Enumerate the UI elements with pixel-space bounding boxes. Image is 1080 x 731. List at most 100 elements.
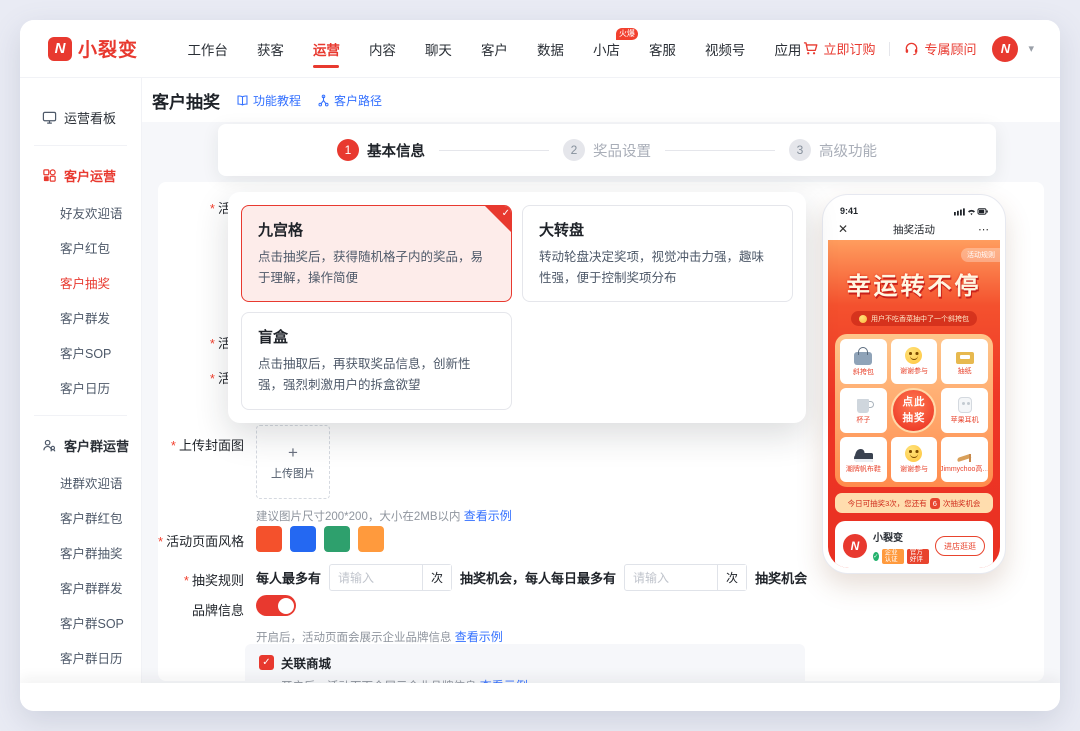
divider: [34, 145, 127, 146]
section-title: 客户群运营: [64, 436, 129, 455]
style-swatch-green[interactable]: [324, 526, 350, 552]
sidebar-item-customer-lottery[interactable]: 客户抽奖: [20, 265, 141, 300]
step-advanced[interactable]: 3 高级功能: [789, 139, 877, 161]
sidebar-item-customer-masssend[interactable]: 客户群发: [20, 300, 141, 335]
advisor-link[interactable]: 专属顾问: [904, 39, 976, 58]
brand-badge-1: 企业认证: [882, 549, 904, 564]
nav-item-workbench[interactable]: 工作台: [185, 20, 230, 78]
tutorial-link[interactable]: 功能教程: [236, 92, 301, 109]
advisor-label: 专属顾问: [924, 39, 976, 58]
phone-preview: 9:41 ✕ 抽奖活动 ⋯ 活动规则 幸运转不停 用户不吃香菜抽中了一个斜挎包: [822, 194, 1006, 574]
sidebar-item-dashboard[interactable]: 运营看板: [20, 100, 141, 135]
brand-info-toggle[interactable]: [256, 595, 296, 616]
type-card-wheel[interactable]: 大转盘 转动轮盘决定奖项，视觉冲击力强，趣味性强，便于控制奖项分布: [522, 205, 793, 302]
dashboard-icon: [42, 110, 57, 125]
style-swatch-red[interactable]: [256, 526, 282, 552]
page-header: 客户抽奖 功能教程 客户路径: [142, 78, 1060, 122]
check-icon: ✓: [485, 206, 511, 232]
logo-text: 小裂变: [78, 35, 138, 62]
sidebar-item-group-redpacket[interactable]: 客户群红包: [20, 500, 141, 535]
avatar[interactable]: N: [992, 36, 1018, 62]
sidebar-item-group-sop[interactable]: 客户群SOP: [20, 605, 141, 640]
footer-bar: [20, 683, 1060, 711]
view-example-link-2[interactable]: 查看示例: [464, 509, 512, 523]
group-ops-icon: [42, 438, 57, 453]
type-card-title: 大转盘: [539, 219, 776, 240]
style-swatch-blue[interactable]: [290, 526, 316, 552]
tutorial-label: 功能教程: [253, 92, 301, 109]
nav-item-data[interactable]: 数据: [535, 20, 566, 78]
prize-label: 斜挎包: [853, 367, 874, 377]
sidebar-item-friend-welcome[interactable]: 好友欢迎语: [20, 195, 141, 230]
plus-icon: +: [288, 444, 298, 461]
nav-item-acquisition[interactable]: 获客: [255, 20, 286, 78]
max-total-input-group: 次: [329, 564, 452, 591]
type-card-title: 盲盒: [258, 326, 495, 347]
sidebar-item-group-masssend[interactable]: 客户群群发: [20, 570, 141, 605]
lottery-rules-row: 每人最多有 次 抽奖机会，每人每日最多有 次 抽奖机会: [256, 564, 807, 591]
max-total-input[interactable]: [330, 571, 422, 585]
brand-logo-icon: N: [843, 534, 867, 558]
view-example-link-3[interactable]: 查看示例: [455, 630, 503, 644]
phone-status-bar: 9:41: [828, 200, 1000, 218]
banner-title: 幸运转不停: [828, 266, 1000, 301]
nav-item-chat[interactable]: 聊天: [423, 20, 454, 78]
nav-item-apps[interactable]: 应用: [772, 20, 803, 78]
brand-logo[interactable]: N 小裂变: [48, 35, 175, 62]
sidebar-item-group-lottery[interactable]: 客户群抽奖: [20, 535, 141, 570]
activity-type-popup: ✓ 九宫格 点击抽奖后，获得随机格子内的奖品，易于理解，操作简便 大转盘 转动轮…: [228, 192, 806, 423]
step-basic-info[interactable]: 1 基本信息: [337, 139, 425, 161]
nav-item-content[interactable]: 内容: [367, 20, 398, 78]
unit-suffix: 次: [717, 565, 746, 590]
sidebar-item-customer-calendar[interactable]: 客户日历: [20, 370, 141, 405]
chances-text-pre: 今日可抽奖3次，您还有: [848, 498, 927, 509]
path-label: 客户路径: [334, 92, 382, 109]
unit-suffix: 次: [422, 565, 451, 590]
brand-hint-text: 开启后，活动页面会展示企业品牌信息: [256, 632, 452, 644]
step-number: 3: [789, 139, 811, 161]
step-prize-settings[interactable]: 2 奖品设置: [563, 139, 651, 161]
sidebar-item-customer-redpacket[interactable]: 客户红包: [20, 230, 141, 265]
brand-info-hint: 开启后，活动页面会展示企业品牌信息 查看示例: [256, 628, 503, 645]
linked-mall-checkbox[interactable]: ✓: [259, 655, 274, 670]
sidebar-item-customer-sop[interactable]: 客户SOP: [20, 335, 141, 370]
prize-cell: 杯子: [840, 388, 887, 433]
sidebar-section-customer-ops[interactable]: 客户运营: [20, 156, 141, 195]
smiley-icon: [905, 445, 922, 462]
type-card-blindbox[interactable]: 盲盒 点击抽取后，再获取奖品信息，创新性强，强烈刺激用户的拆盒欲望: [241, 312, 512, 409]
nav-item-customers[interactable]: 客户: [479, 20, 510, 78]
prize-cell: 苹果耳机: [941, 388, 988, 433]
upload-image-button[interactable]: + 上传图片: [256, 425, 330, 499]
sidebar-item-group-calendar[interactable]: 客户群日历: [20, 640, 141, 675]
heels-icon: [957, 450, 973, 462]
chevron-down-icon[interactable]: ▾: [1028, 42, 1034, 55]
prize-label: 潮牌帆布鞋: [846, 464, 881, 474]
customer-path-link[interactable]: 客户路径: [317, 92, 382, 109]
type-card-grid[interactable]: ✓ 九宫格 点击抽奖后，获得随机格子内的奖品，易于理解，操作简便: [241, 205, 512, 302]
sidebar-dashboard-label: 运营看板: [64, 108, 116, 127]
upload-cover-label: 上传封面图: [158, 435, 244, 454]
lottery-rules-label: 抽奖规则: [158, 570, 244, 589]
sidebar-section-group-ops[interactable]: 客户群运营: [20, 426, 141, 465]
step-label: 高级功能: [819, 140, 877, 161]
brand-name: 小裂变: [873, 533, 903, 544]
nav-item-shop[interactable]: 小店 火爆: [591, 20, 622, 78]
verified-icon: ✓: [873, 552, 879, 561]
max-daily-input[interactable]: [625, 571, 717, 585]
style-swatch-orange[interactable]: [358, 526, 384, 552]
nav-item-operations[interactable]: 运营: [311, 20, 342, 78]
brand-card: N 小裂变 ✓ 企业认证 官方好评 进店逛逛: [835, 521, 993, 568]
prize-label: 抽纸: [958, 366, 972, 376]
type-card-desc: 转动轮盘决定奖项，视觉冲击力强，趣味性强，便于控制奖项分布: [539, 247, 776, 288]
sidebar-item-group-welcome[interactable]: 进群欢迎语: [20, 465, 141, 500]
nav-item-video[interactable]: 视频号: [703, 20, 748, 78]
prize-label: 谢谢参与: [900, 464, 928, 474]
gift-icon: [859, 315, 867, 323]
step-label: 基本信息: [367, 140, 425, 161]
step-connector: [665, 150, 775, 151]
nav-item-service[interactable]: 客服: [647, 20, 678, 78]
order-now-label: 立即订购: [823, 39, 875, 58]
cart-icon: [803, 41, 818, 56]
order-now-link[interactable]: 立即订购: [803, 39, 875, 58]
step-connector: [439, 150, 549, 151]
